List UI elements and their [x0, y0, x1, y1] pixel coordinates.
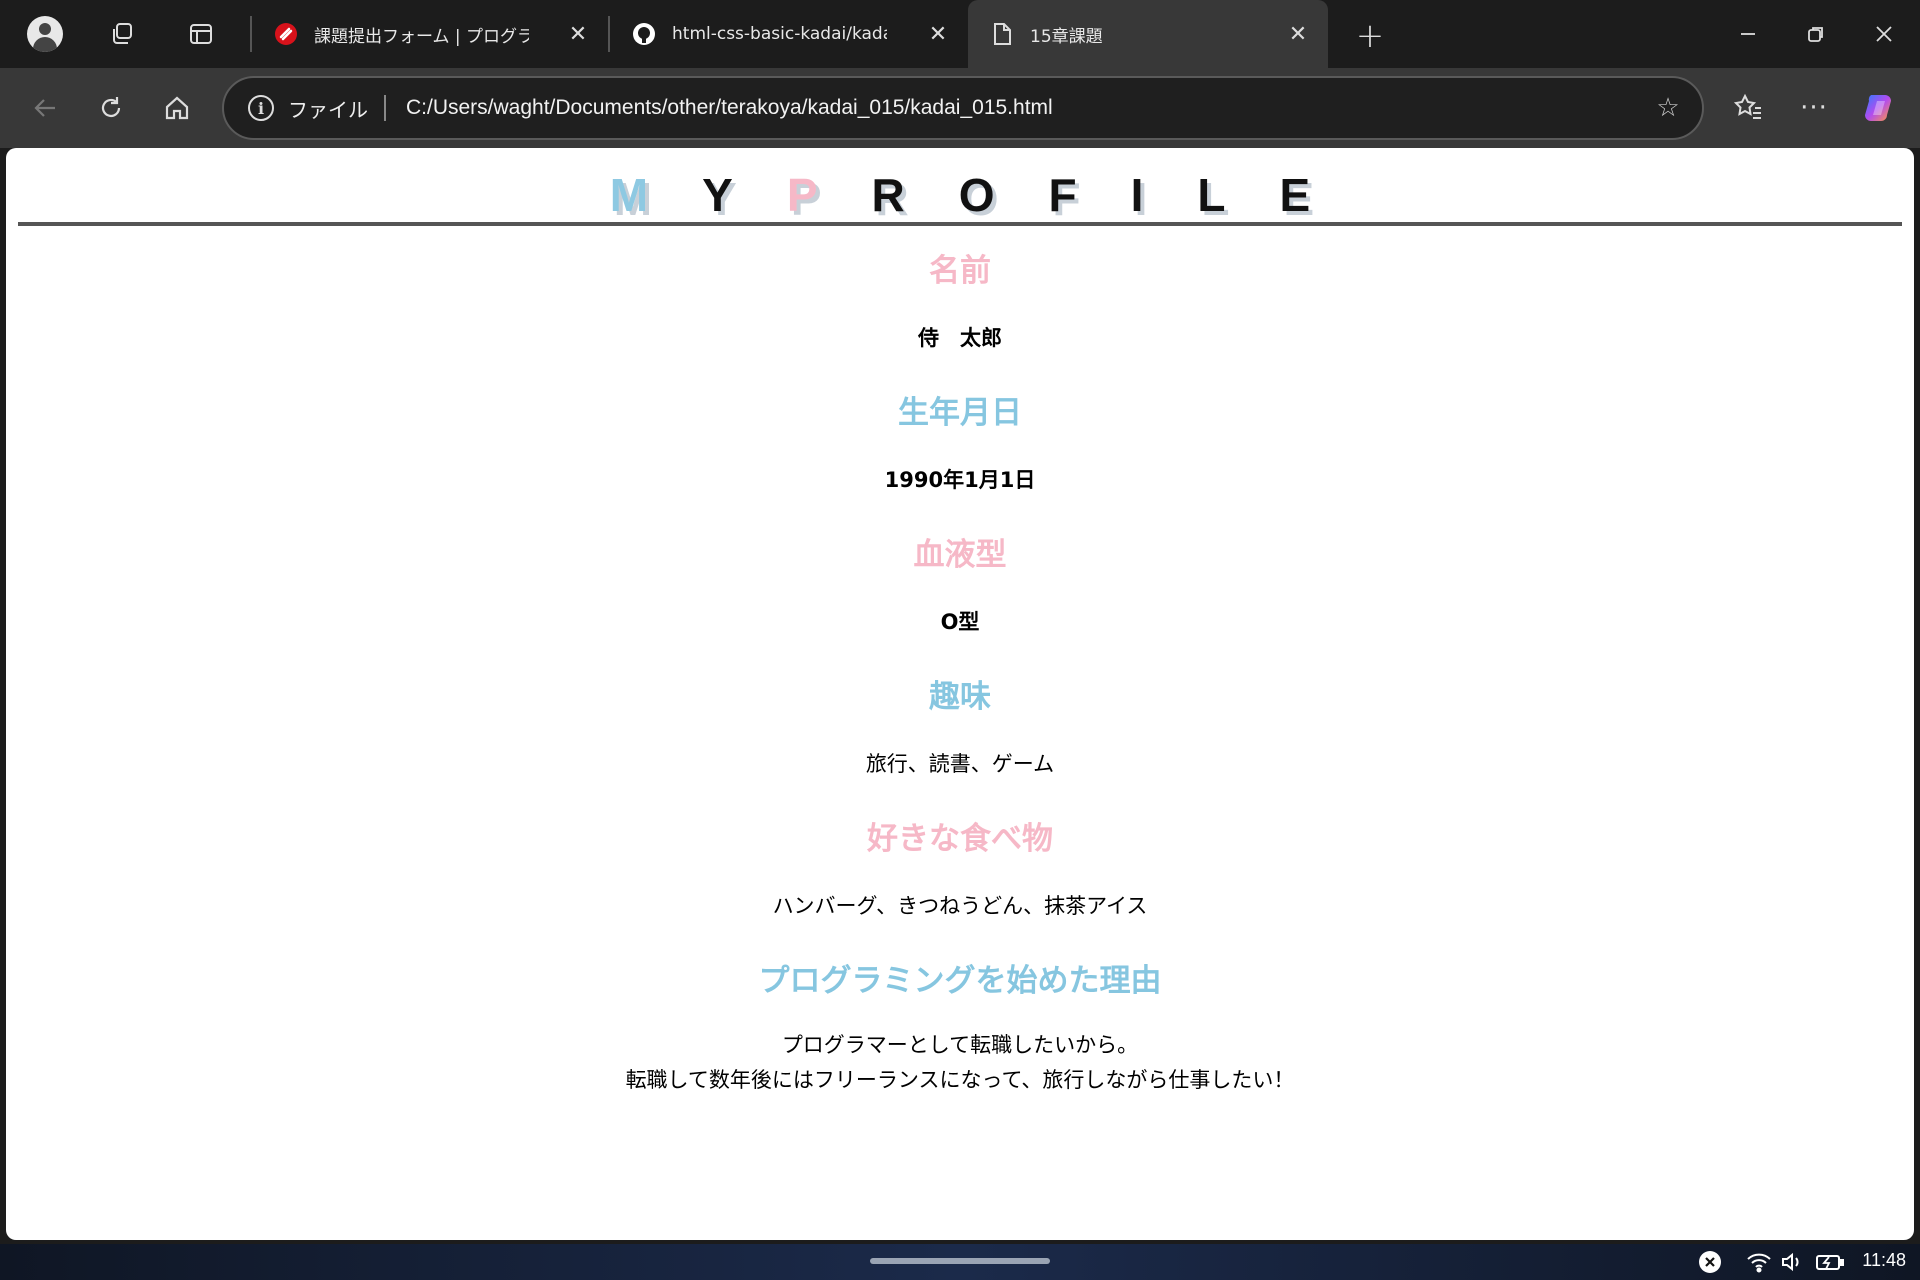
github-icon	[632, 22, 656, 46]
reason-line: 転職して数年後にはフリーランスになって、旅行しながら仕事したい！	[625, 1068, 1295, 1092]
restore-button[interactable]	[1786, 12, 1846, 56]
tab-title: 課題提出フォーム | プログラミング	[314, 26, 529, 47]
logo-letter: F	[1048, 169, 1131, 221]
close-window-button[interactable]	[1854, 12, 1914, 56]
hobby-value: 旅行、読書、ゲーム	[865, 752, 1055, 776]
back-arrow-icon	[34, 99, 55, 117]
hobby-heading: 趣味	[929, 679, 991, 715]
more-menu-button[interactable]: ···	[1790, 84, 1838, 132]
logo-letter: E	[1279, 169, 1365, 221]
copilot-icon	[1865, 95, 1891, 121]
favorite-food-value: ハンバーグ、きつねうどん、抹茶アイス	[772, 894, 1148, 918]
tab-actions-button[interactable]	[177, 10, 225, 58]
workspaces-button[interactable]	[98, 10, 146, 58]
birthday-heading: 生年月日	[898, 395, 1022, 431]
refresh-button[interactable]	[87, 84, 135, 132]
clock-time[interactable]: 11:48	[1862, 1250, 1906, 1271]
logo-letter: M	[609, 169, 703, 221]
close-icon	[1876, 26, 1892, 42]
shelf-handle[interactable]	[870, 1258, 1050, 1264]
tab-title: 15章課題	[1030, 26, 1103, 47]
tab-github[interactable]: html-css-basic-kadai/kadai_ ✕	[610, 0, 968, 68]
info-icon[interactable]: i	[248, 95, 274, 121]
taskbar: 11:48	[0, 1244, 1920, 1280]
logo-letter: Y	[702, 169, 787, 221]
blood-type-heading: 血液型	[913, 537, 1007, 573]
battery-button[interactable]	[1814, 1248, 1846, 1276]
favorite-food-heading: 好きな食べ物	[867, 821, 1053, 857]
reason-heading: プログラミングを始めた理由	[758, 963, 1162, 999]
profile-content: 名前 侍 太郎 生年月日 1990年1月1日 血液型 O型 趣味 旅行、読書、ゲ…	[6, 248, 1914, 1108]
page-viewport: MYPROFILE 名前 侍 太郎 生年月日 1990年1月1日 血液型 O型 …	[6, 148, 1914, 1240]
profile-button[interactable]	[21, 10, 69, 58]
home-icon	[165, 96, 189, 120]
favorites-list-icon	[1733, 93, 1761, 119]
restore-icon	[1808, 27, 1823, 42]
logo-letter: O	[958, 169, 1049, 221]
reason-value: プログラマーとして転職したいから。 転職して数年後にはフリーランスになって、旅行…	[6, 1028, 1914, 1108]
minimize-button[interactable]	[1718, 12, 1778, 56]
close-icon[interactable]: ✕	[1286, 22, 1310, 47]
logo-letter: P	[786, 169, 872, 221]
volume-button[interactable]	[1778, 1248, 1806, 1276]
wifi-icon	[1747, 1253, 1771, 1273]
tab-layout-icon	[190, 24, 212, 44]
avatar	[27, 16, 63, 52]
wifi-button[interactable]	[1744, 1248, 1774, 1276]
close-circle-icon	[1699, 1251, 1721, 1273]
file-scheme-label: ファイル	[288, 97, 368, 122]
notification-dismiss-button[interactable]	[1696, 1248, 1724, 1276]
logo-letter: L	[1197, 169, 1280, 221]
close-icon[interactable]: ✕	[566, 22, 590, 47]
samurai-logo-icon	[274, 22, 298, 46]
ellipsis-icon: ···	[1800, 93, 1828, 123]
page-header: MYPROFILE	[18, 148, 1902, 226]
url-text[interactable]: C:/Users/waght/Documents/other/terakoya/…	[406, 96, 1053, 120]
refresh-icon	[101, 97, 121, 117]
tab-strip: 課題提出フォーム | プログラミング ✕ html-css-basic-kada…	[0, 0, 1920, 68]
browser-toolbar: i ファイル C:/Users/waght/Documents/other/te…	[0, 68, 1920, 148]
tab-title: html-css-basic-kadai/kadai_	[672, 24, 887, 44]
back-button[interactable]	[21, 84, 69, 132]
logo-letter: I	[1130, 169, 1198, 221]
home-button[interactable]	[153, 84, 201, 132]
minimize-icon	[1741, 33, 1755, 35]
name-heading: 名前	[929, 253, 991, 289]
battery-charging-icon	[1816, 1255, 1844, 1270]
my-profile-logo: MYPROFILE	[18, 170, 1902, 220]
copilot-button[interactable]	[1856, 84, 1904, 132]
document-icon	[990, 22, 1014, 46]
favorites-button[interactable]	[1724, 84, 1772, 132]
workspaces-icon	[113, 23, 132, 44]
favorite-star-icon[interactable]: ☆	[1652, 92, 1684, 124]
address-bar[interactable]: i ファイル C:/Users/waght/Documents/other/te…	[222, 76, 1704, 140]
plus-icon: +	[1355, 16, 1385, 56]
address-divider	[384, 95, 386, 121]
reason-line: プログラマーとして転職したいから。	[781, 1033, 1139, 1057]
logo-letter: R	[871, 169, 959, 221]
close-icon[interactable]: ✕	[926, 22, 950, 47]
speaker-icon	[1782, 1252, 1799, 1272]
tab-15-kadai[interactable]: 15章課題 ✕	[968, 0, 1328, 68]
tab-kadai-form[interactable]: 課題提出フォーム | プログラミング ✕	[252, 0, 608, 68]
new-tab-button[interactable]: +	[1348, 14, 1392, 58]
birthday-value: 1990年1月1日	[884, 468, 1036, 492]
name-value: 侍 太郎	[918, 326, 1002, 350]
blood-type-value: O型	[940, 610, 980, 634]
